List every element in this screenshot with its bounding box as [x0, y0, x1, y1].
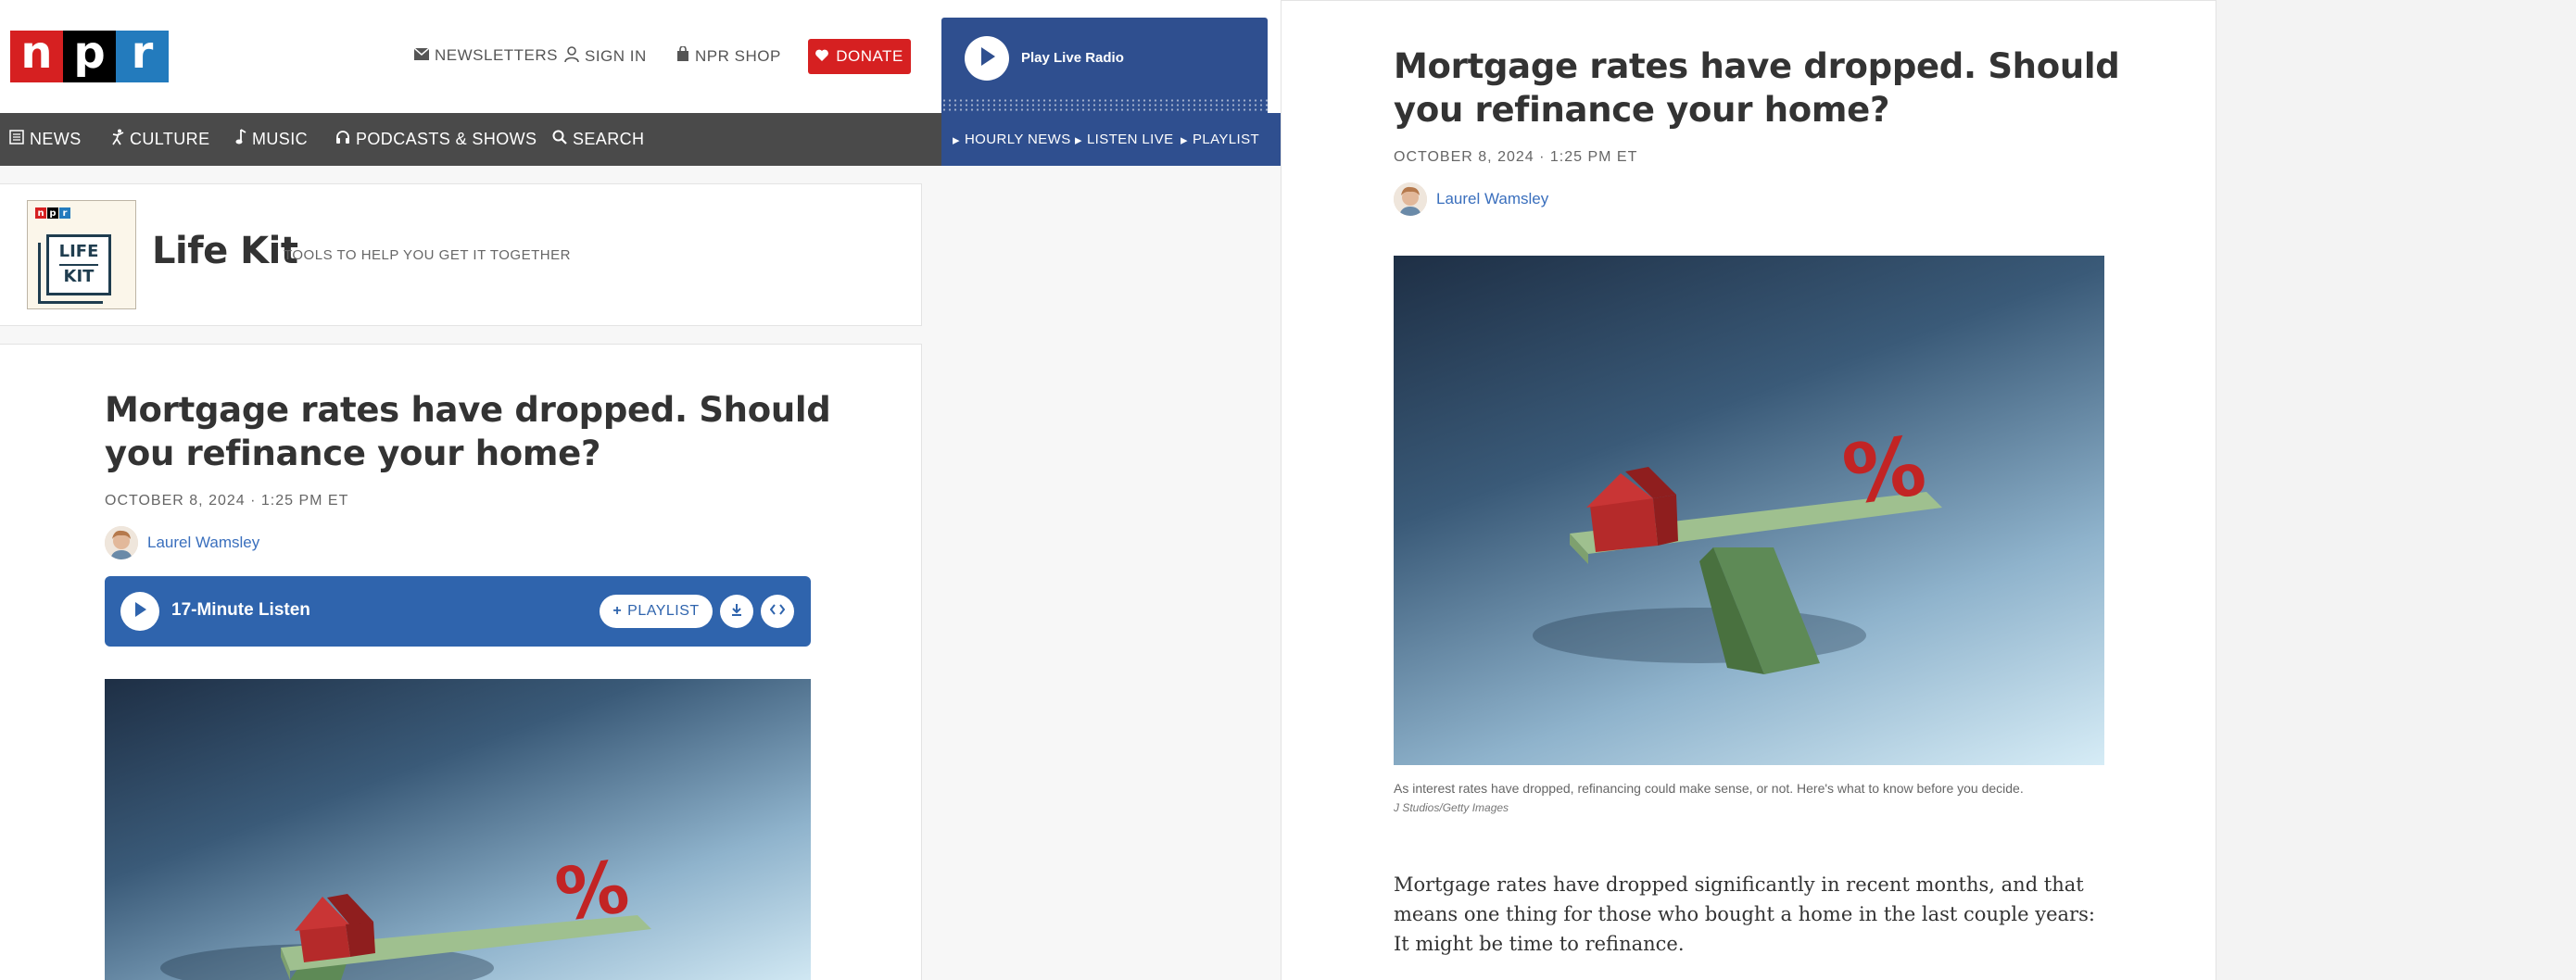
newsletters-link[interactable]: NEWSLETTERS [413, 46, 559, 65]
nav-news-label: NEWS [30, 130, 82, 148]
image-caption-block: As interest rates have dropped, refinanc… [1394, 781, 2116, 814]
heart-icon [815, 47, 829, 66]
page-gutter [2216, 0, 2576, 980]
life-kit-title[interactable]: Life Kit [152, 230, 298, 272]
nav-podcasts-label: PODCASTS & SHOWS [356, 130, 537, 148]
svg-text:%: % [550, 846, 634, 938]
npr-shop-link[interactable]: NPR SHOP [676, 45, 781, 66]
life-kit-logo[interactable]: n p r LIFE KIT [27, 200, 136, 309]
embed-code-icon [769, 603, 786, 620]
npr-logo-r: r [116, 31, 169, 82]
author-link-right[interactable]: Laurel Wamsley [1436, 190, 1548, 208]
download-icon [730, 603, 743, 621]
nav-item-culture[interactable]: CULTURE [111, 113, 209, 166]
seesaw-illustration: % [160, 846, 651, 980]
article-lead-image: % [105, 679, 811, 980]
npr-shop-label: NPR SHOP [695, 46, 781, 65]
npr-mini-r: r [59, 207, 70, 219]
article-byline: Laurel Wamsley [105, 526, 259, 559]
life-kit-tagline: TOOLS TO HELP YOU GET IT TOGETHER [284, 247, 571, 263]
headphones-icon [335, 130, 350, 149]
hourly-news-label: HOURLY NEWS [964, 132, 1071, 147]
life-kit-banner: n p r LIFE KIT Life Kit TOOLS TO HELP YO… [0, 183, 922, 326]
nav-item-podcasts-shows[interactable]: PODCASTS & SHOWS [335, 113, 537, 166]
envelope-icon [413, 46, 430, 65]
dancer-icon [111, 129, 124, 150]
nav-item-music[interactable]: MUSIC [235, 113, 308, 166]
image-caption: As interest rates have dropped, refinanc… [1394, 781, 2024, 796]
player-playlist-label: PLAYLIST [1192, 132, 1260, 147]
npr-logo[interactable]: n p r [10, 31, 169, 82]
author-link[interactable]: Laurel Wamsley [147, 534, 259, 552]
plus-icon: + [612, 603, 623, 619]
article-body-paragraph: Mortgage rates have dropped significantl… [1394, 873, 2095, 955]
donate-label: DONATE [836, 47, 903, 65]
audio-play-button[interactable] [120, 592, 159, 631]
article-title: Mortgage rates have dropped. Should you … [105, 390, 831, 473]
life-kit-logo-line1: LIFE [58, 243, 99, 266]
user-icon [564, 46, 579, 67]
nav-culture-label: CULTURE [130, 130, 210, 148]
audio-player-bar: 17-Minute Listen + PLAYLIST [105, 576, 811, 647]
play-live-radio-label: Play Live Radio [1021, 50, 1124, 66]
play-icon [978, 46, 996, 71]
life-kit-logo-mark: LIFE KIT [46, 234, 111, 295]
npr-mini-p: p [47, 207, 58, 219]
listen-live-label: LISTEN LIVE [1086, 132, 1174, 147]
embed-button[interactable] [761, 595, 794, 628]
nav-item-news[interactable]: NEWS [9, 113, 82, 166]
audio-duration-label: 17-Minute Listen [171, 600, 310, 620]
right-pane: Mortgage rates have dropped. Should you … [1281, 0, 2216, 980]
nav-item-search[interactable]: SEARCH [552, 113, 644, 166]
left-pane: n p r NEWSLETTERS SIGN IN NPR SHOP DONAT… [0, 0, 1281, 980]
live-radio-player: Play Live Radio [941, 18, 1268, 117]
play-icon [133, 601, 147, 622]
play-live-radio-button[interactable] [965, 36, 1009, 81]
sign-in-link[interactable]: SIGN IN [564, 46, 647, 67]
svg-text:%: % [1837, 418, 1932, 523]
player-sub-navigation: ▸ HOURLY NEWS ▸ LISTEN LIVE ▸ PLAYLIST [941, 113, 1281, 166]
playlist-label: PLAYLIST [627, 603, 700, 619]
author-avatar-right [1394, 182, 1427, 216]
life-kit-logo-line2: KIT [63, 267, 95, 286]
sign-in-label: SIGN IN [585, 47, 647, 65]
newspaper-icon [9, 130, 24, 149]
nav-music-label: MUSIC [252, 130, 308, 148]
download-button[interactable] [720, 595, 753, 628]
hourly-news-link[interactable]: ▸ HOURLY NEWS [953, 113, 1071, 166]
newsletters-label: NEWSLETTERS [435, 46, 559, 64]
npr-logo-n: n [10, 31, 63, 82]
article-lead-image-right: % [1394, 256, 2104, 765]
article-byline-right: Laurel Wamsley [1394, 182, 1548, 216]
author-avatar [105, 526, 138, 559]
npr-mini-n: n [35, 207, 46, 219]
triangle-right-icon: ▸ [1181, 132, 1188, 148]
article-title-right: Mortgage rates have dropped. Should you … [1394, 46, 2120, 130]
player-playlist-link[interactable]: ▸ PLAYLIST [1181, 113, 1259, 166]
npr-logo-p: p [63, 31, 116, 82]
nav-search-label: SEARCH [573, 130, 645, 148]
search-icon [552, 130, 567, 149]
add-to-playlist-button[interactable]: + PLAYLIST [600, 595, 713, 628]
seesaw-illustration: % [1533, 418, 1942, 674]
image-credit: J Studios/Getty Images [1394, 801, 1509, 814]
article-dateline: OCTOBER 8, 2024 · 1:25 PM ET [105, 493, 349, 509]
music-note-icon [235, 129, 246, 150]
donate-button[interactable]: DONATE [808, 39, 911, 74]
shopping-bag-icon [676, 45, 689, 66]
life-kit-npr-mark: n p r [35, 207, 70, 219]
article-dateline-right: OCTOBER 8, 2024 · 1:25 PM ET [1394, 149, 1638, 165]
triangle-right-icon: ▸ [1075, 132, 1082, 148]
listen-live-link[interactable]: ▸ LISTEN LIVE [1075, 113, 1174, 166]
triangle-right-icon: ▸ [953, 132, 960, 148]
